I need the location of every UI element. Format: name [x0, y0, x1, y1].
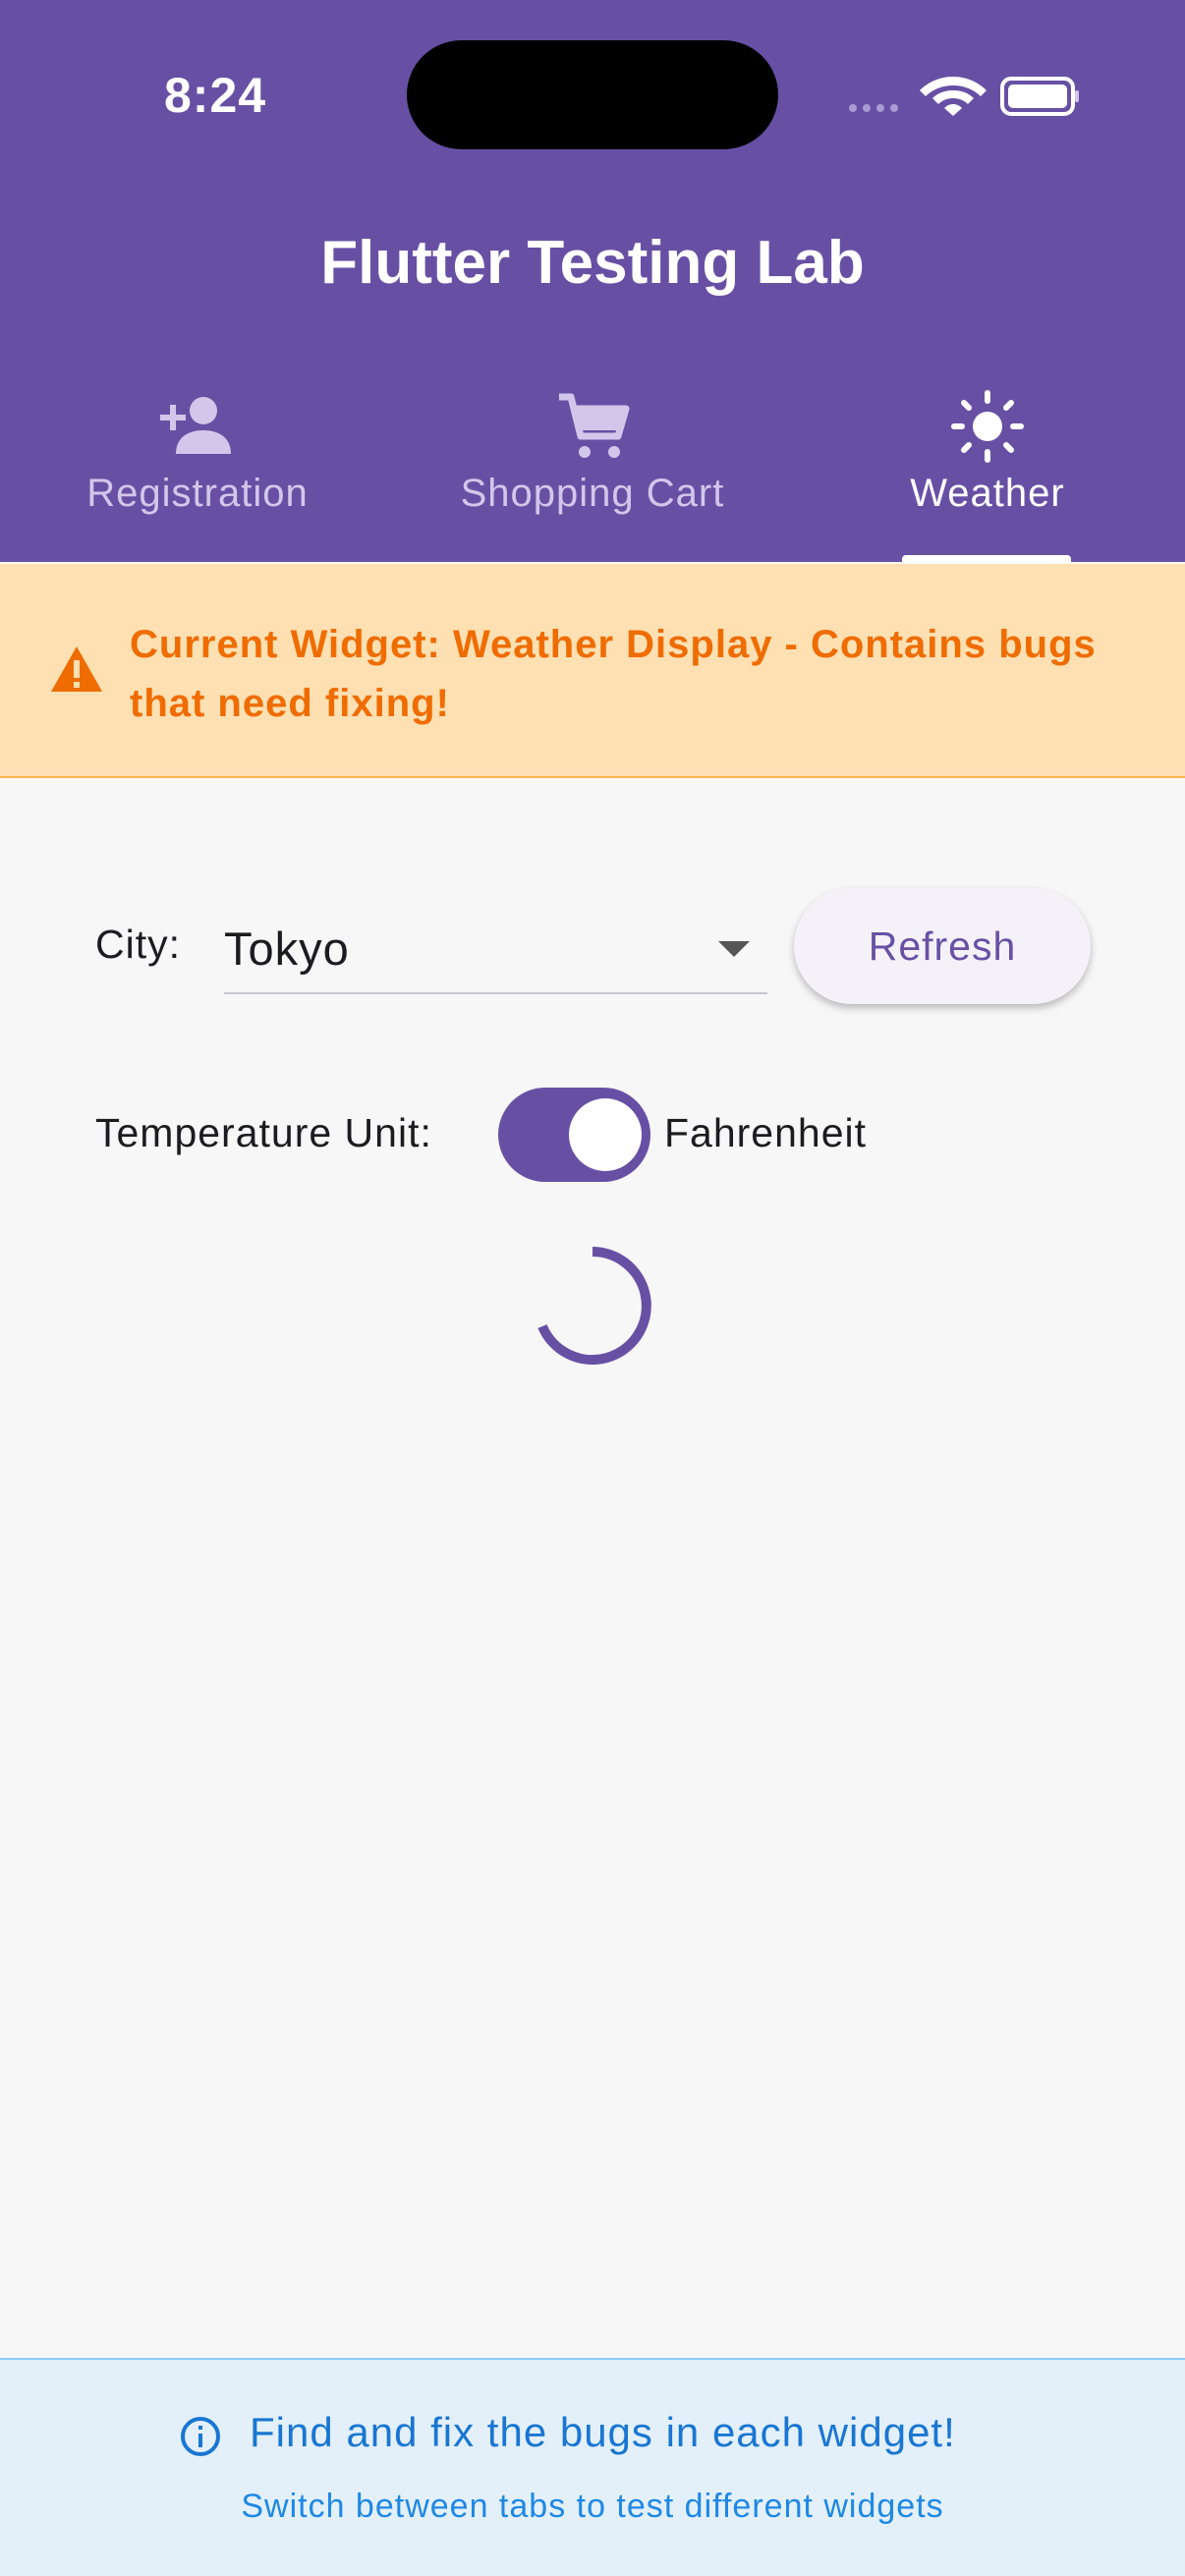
info-icon [181, 2417, 220, 2456]
warning-icon [51, 646, 102, 692]
city-dropdown[interactable]: Tokyo [224, 904, 767, 994]
sun-icon [951, 390, 1024, 463]
warning-banner: Current Widget: Weather Display - Contai… [0, 564, 1185, 778]
dropdown-arrow-icon [718, 941, 750, 957]
tab-label: Shopping Cart [460, 472, 725, 515]
info-footer: Find and fix the bugs in each widget! Sw… [0, 2358, 1185, 2576]
signal-dots-icon [849, 104, 898, 112]
tab-weather[interactable]: Weather [790, 383, 1185, 562]
wifi-icon [920, 77, 987, 116]
temperature-unit-label: Temperature Unit: [95, 1110, 432, 1155]
app-header: 8:24 Flutter Testing Lab Registration Sh… [0, 0, 1185, 563]
tab-indicator [902, 555, 1071, 563]
city-label: City: [95, 922, 181, 967]
info-title: Find and fix the bugs in each widget! [250, 2409, 956, 2455]
status-time: 8:24 [164, 68, 267, 123]
dynamic-island [407, 40, 778, 149]
warning-text: Current Widget: Weather Display - Contai… [130, 623, 1097, 725]
app-title: Flutter Testing Lab [320, 229, 865, 297]
temperature-unit-toggle[interactable] [498, 1088, 650, 1182]
tab-label: Weather [910, 472, 1065, 515]
temperature-unit-value: Fahrenheit [664, 1110, 868, 1155]
refresh-button[interactable]: Refresh [794, 888, 1091, 1004]
city-value: Tokyo [224, 923, 350, 975]
battery-icon [1000, 77, 1079, 116]
loading-spinner [537, 1247, 651, 1365]
info-subtitle: Switch between tabs to test different wi… [241, 2488, 944, 2525]
tab-label: Registration [86, 472, 309, 515]
person-add-icon [160, 397, 231, 454]
tab-registration[interactable]: Registration [0, 383, 395, 562]
status-icons [849, 77, 1079, 116]
toggle-knob [569, 1098, 642, 1171]
tab-shopping-cart[interactable]: Shopping Cart [395, 383, 790, 562]
shopping-cart-icon [559, 393, 630, 458]
